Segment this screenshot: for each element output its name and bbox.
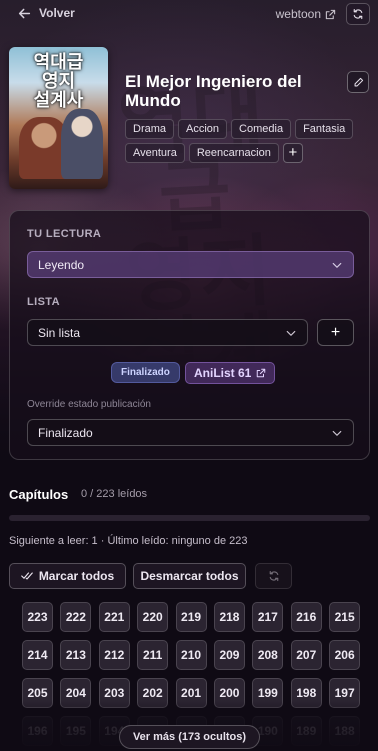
series-title: El Mejor Ingeniero del Mundo bbox=[125, 72, 302, 110]
chevron-down-icon bbox=[332, 262, 342, 268]
list-section-label: LISTA bbox=[27, 296, 60, 308]
mark-all-button[interactable]: Marcar todos bbox=[9, 563, 126, 589]
chapter-button[interactable]: 218 bbox=[213, 602, 245, 632]
anilist-label: AniList 61 bbox=[194, 366, 252, 380]
chapter-button[interactable]: 206 bbox=[329, 640, 361, 670]
chapter-button[interactable]: 211 bbox=[137, 640, 169, 670]
chapter-button[interactable]: 208 bbox=[252, 640, 284, 670]
chevron-down-icon bbox=[286, 330, 296, 336]
chapter-button[interactable]: 213 bbox=[60, 640, 92, 670]
chapter-button[interactable]: 215 bbox=[329, 602, 361, 632]
external-link-icon bbox=[325, 9, 336, 19]
unmark-all-button[interactable]: Desmarcar todos bbox=[133, 563, 246, 589]
source-link[interactable]: webtoon bbox=[276, 7, 336, 21]
genre-tags: Drama Accion Comedia Fantasia Aventura R… bbox=[125, 119, 365, 163]
next-to-read-text: Siguiente a leer: 1 · Último leído: ning… bbox=[9, 535, 248, 547]
tag[interactable]: Accion bbox=[178, 119, 228, 139]
tag[interactable]: Reencarnacion bbox=[188, 143, 279, 163]
refresh-chapters-button[interactable] bbox=[255, 563, 292, 589]
list-select[interactable]: Sin lista bbox=[27, 319, 308, 346]
external-link-icon bbox=[257, 368, 266, 378]
reading-status-select[interactable]: Leyendo bbox=[27, 251, 354, 278]
pencil-icon bbox=[354, 77, 363, 86]
add-list-button[interactable]: + bbox=[317, 319, 354, 346]
tag[interactable]: Comedia bbox=[231, 119, 292, 139]
override-label: Override estado publicación bbox=[27, 399, 151, 410]
chapters-progress-bar bbox=[9, 515, 370, 521]
cover-image: 역대급 영지 설계사 bbox=[9, 47, 108, 189]
list-value: Sin lista bbox=[38, 325, 81, 340]
top-bar: Volver webtoon bbox=[0, 0, 378, 30]
reading-panel: TU LECTURA Leyendo LISTA Sin lista + Fin… bbox=[9, 210, 370, 460]
override-status-select[interactable]: Finalizado bbox=[27, 419, 354, 446]
refresh-icon bbox=[269, 570, 278, 582]
anilist-link[interactable]: AniList 61 bbox=[185, 362, 276, 384]
cover-title-art: 역대급 영지 설계사 bbox=[33, 52, 84, 111]
double-check-icon bbox=[21, 572, 33, 580]
tag[interactable]: Fantasia bbox=[295, 119, 354, 139]
chapter-button[interactable]: 222 bbox=[60, 602, 92, 632]
chapter-button[interactable]: 216 bbox=[290, 602, 322, 632]
chapter-button[interactable]: 219 bbox=[175, 602, 207, 632]
chevron-down-icon bbox=[332, 430, 342, 436]
chapter-button[interactable]: 214 bbox=[22, 640, 53, 670]
edit-button[interactable] bbox=[347, 71, 369, 93]
chapter-button[interactable]: 220 bbox=[137, 602, 169, 632]
cover-figure-right bbox=[61, 109, 103, 179]
back-label: Volver bbox=[39, 6, 75, 20]
chapters-count: 0 / 223 leídos bbox=[81, 488, 148, 500]
tag[interactable]: Aventura bbox=[125, 143, 185, 163]
refresh-button[interactable] bbox=[346, 3, 370, 25]
show-more-button[interactable]: Ver más (173 ocultos) bbox=[119, 725, 260, 749]
chapter-button[interactable]: 221 bbox=[98, 602, 130, 632]
chapter-button[interactable]: 210 bbox=[175, 640, 207, 670]
chapter-button[interactable]: 209 bbox=[213, 640, 245, 670]
add-tag-button[interactable]: + bbox=[282, 143, 303, 163]
reading-status-value: Leyendo bbox=[38, 257, 85, 272]
chapter-button[interactable]: 207 bbox=[290, 640, 322, 670]
chapter-button[interactable]: 212 bbox=[98, 640, 130, 670]
unmark-all-label: Desmarcar todos bbox=[140, 569, 239, 583]
arrow-left-icon bbox=[18, 8, 31, 18]
chapter-button[interactable]: 217 bbox=[252, 602, 284, 632]
refresh-icon bbox=[353, 8, 363, 20]
publication-status-badge: Finalizado bbox=[111, 362, 180, 383]
tag[interactable]: Drama bbox=[125, 119, 175, 139]
mark-all-label: Marcar todos bbox=[38, 569, 115, 583]
chapters-title: Capítulos bbox=[9, 487, 69, 502]
reading-section-label: TU LECTURA bbox=[27, 228, 102, 240]
override-status-value: Finalizado bbox=[38, 425, 93, 440]
source-label: webtoon bbox=[275, 7, 321, 21]
back-button[interactable]: Volver bbox=[18, 6, 75, 20]
chapter-button[interactable]: 223 bbox=[22, 602, 53, 632]
